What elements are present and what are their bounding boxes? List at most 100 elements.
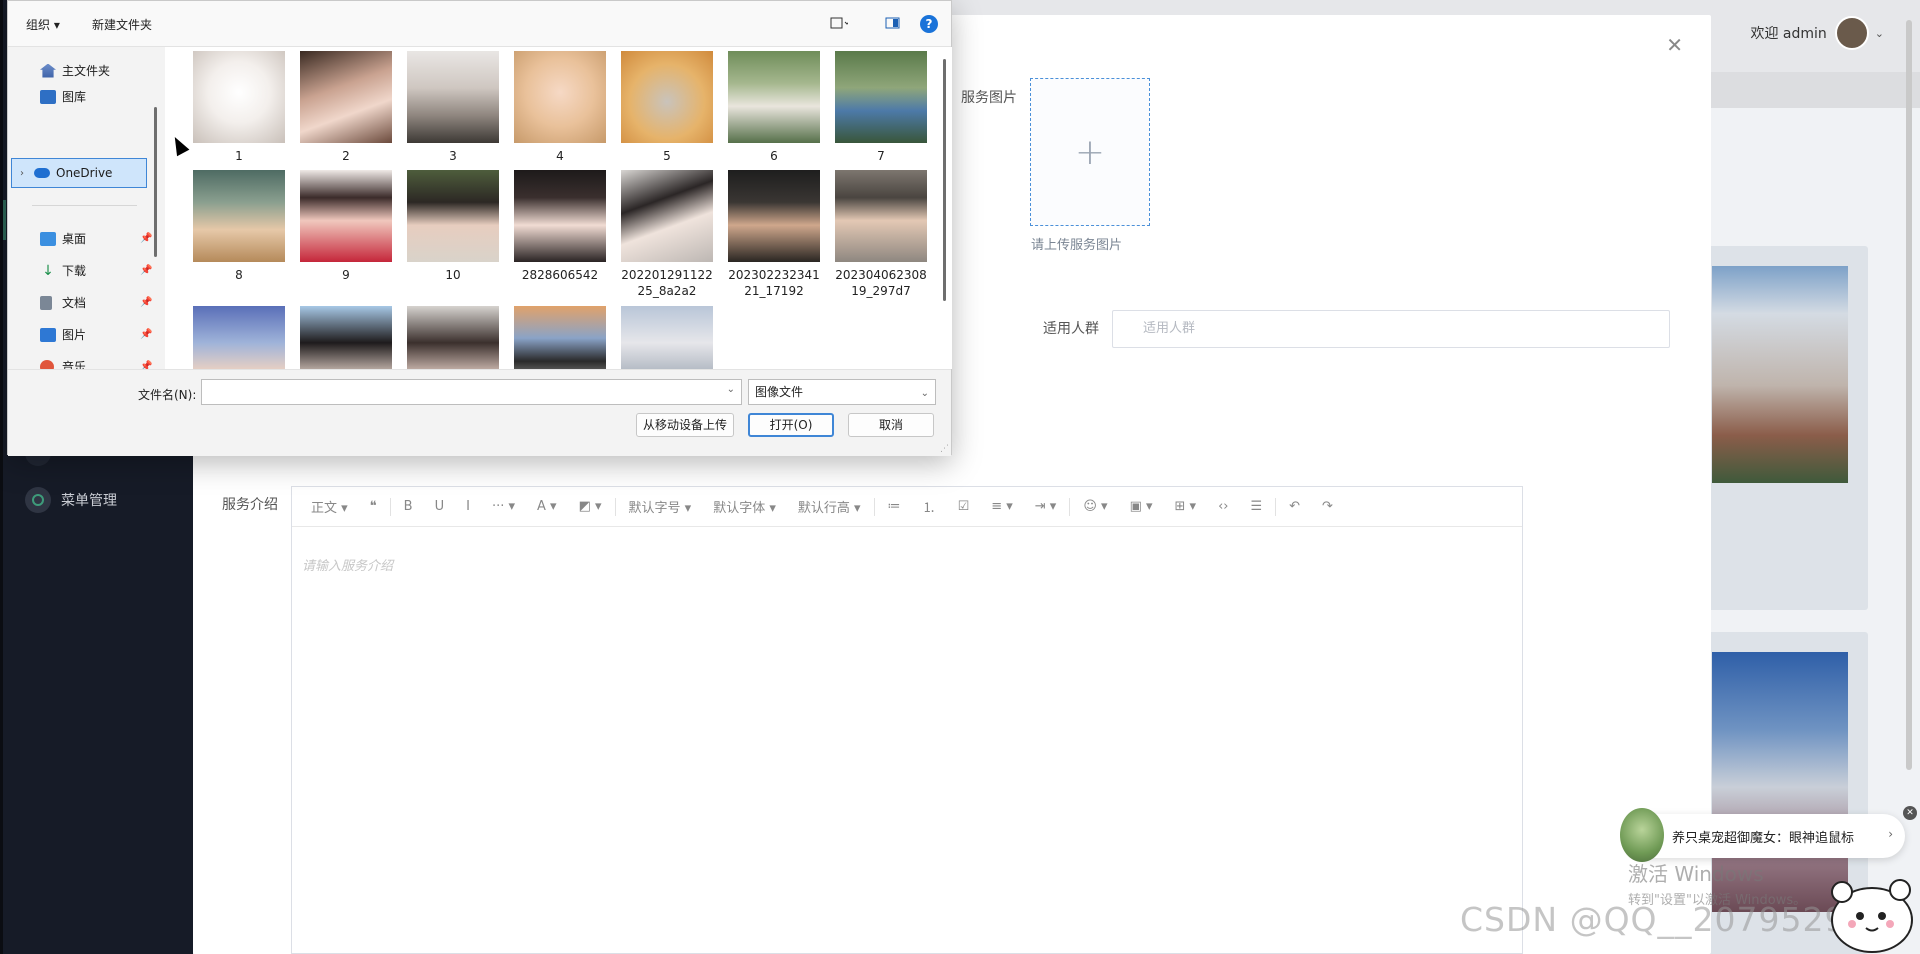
organize-button[interactable]: 组织 ▾ bbox=[26, 16, 60, 33]
file-name: 20230223234121_17192 bbox=[728, 268, 820, 298]
file-item[interactable]: 8 bbox=[193, 170, 285, 283]
file-name: 7 bbox=[877, 149, 885, 163]
align-button[interactable]: ≡ ▾ bbox=[980, 499, 1024, 514]
file-item[interactable]: 4 bbox=[514, 51, 606, 164]
font-size-select[interactable]: 默认字号 ▾ bbox=[618, 497, 703, 516]
view-mode-icon[interactable] bbox=[830, 15, 850, 31]
file-item[interactable]: 20230223234121_17192 bbox=[728, 170, 820, 299]
nav-item-documents[interactable]: 文档 📌 bbox=[40, 294, 152, 311]
crowd-input[interactable]: 适用人群 bbox=[1112, 310, 1670, 348]
bold-button[interactable]: B bbox=[393, 499, 424, 514]
chevron-right-icon[interactable]: › bbox=[1888, 827, 1893, 841]
file-item[interactable] bbox=[300, 306, 392, 369]
quote-button[interactable]: ❝ bbox=[359, 499, 388, 514]
nav-label: 图片 bbox=[62, 328, 87, 342]
underline-button[interactable]: U bbox=[424, 499, 456, 514]
nav-scrollbar[interactable] bbox=[154, 107, 157, 257]
avatar bbox=[1834, 16, 1869, 50]
file-name: 8 bbox=[235, 268, 243, 282]
file-item[interactable]: 1 bbox=[193, 51, 285, 164]
desktop-icon bbox=[40, 231, 56, 246]
file-item[interactable]: 7 bbox=[835, 51, 927, 164]
document-icon bbox=[40, 295, 52, 310]
file-item[interactable]: 20220129112225_8a2a2 bbox=[621, 170, 713, 299]
file-item[interactable]: 3 bbox=[407, 51, 499, 164]
filename-label: 文件名(N): bbox=[138, 388, 197, 402]
help-icon[interactable]: ? bbox=[920, 15, 938, 33]
upload-from-mobile-button[interactable]: 从移动设备上传 bbox=[636, 413, 734, 437]
background-color-button[interactable]: ◩ ▾ bbox=[568, 499, 613, 514]
file-item[interactable]: 2 bbox=[300, 51, 392, 164]
file-item[interactable]: 9 bbox=[300, 170, 392, 283]
more-styles-button[interactable]: ··· ▾ bbox=[481, 499, 526, 514]
nav-label: OneDrive bbox=[56, 166, 113, 180]
indent-button[interactable]: ⇥ ▾ bbox=[1024, 499, 1068, 514]
nav-label: 主文件夹 bbox=[62, 64, 111, 78]
file-item[interactable] bbox=[193, 306, 285, 369]
font-family-select[interactable]: 默认字体 ▾ bbox=[702, 497, 787, 516]
code-button[interactable]: ‹› bbox=[1207, 499, 1239, 514]
image-upload-button[interactable]: + bbox=[1030, 78, 1150, 226]
cancel-button[interactable]: 取消 bbox=[848, 413, 934, 437]
numbered-list-button[interactable]: ⒈ bbox=[912, 497, 947, 516]
user-menu[interactable]: 欢迎 admin ⌄ bbox=[1750, 16, 1884, 50]
file-item[interactable]: 2828606542 bbox=[514, 170, 606, 283]
close-icon[interactable]: ✕ bbox=[1666, 33, 1683, 57]
page-scrollbar[interactable] bbox=[1906, 20, 1912, 770]
toolbar-divider bbox=[1275, 497, 1277, 516]
close-icon[interactable]: ✕ bbox=[1903, 806, 1917, 820]
filetype-select[interactable]: 图像文件 ⌄ bbox=[748, 379, 936, 405]
nav-item-desktop[interactable]: 桌面 📌 bbox=[40, 230, 152, 247]
nav-item-pictures[interactable]: 图片 📌 bbox=[40, 326, 152, 343]
service-image-label: 服务图片 bbox=[961, 90, 1017, 106]
bulleted-list-button[interactable]: ≔ bbox=[877, 499, 912, 514]
filename-input[interactable]: ⌄ bbox=[201, 379, 742, 405]
nav-item-home[interactable]: 主文件夹 bbox=[40, 62, 110, 79]
nav-item-gallery[interactable]: 图库 bbox=[40, 88, 86, 105]
file-item[interactable]: 5 bbox=[621, 51, 713, 164]
divider-button[interactable]: ☰ bbox=[1239, 499, 1273, 514]
file-name: 20220129112225_8a2a2 bbox=[621, 268, 713, 298]
redo-button[interactable]: ↷ bbox=[1311, 499, 1344, 514]
emoji-button[interactable]: ☺ ▾ bbox=[1072, 499, 1118, 514]
file-item[interactable] bbox=[621, 306, 713, 369]
table-insert-button[interactable]: ⊞ ▾ bbox=[1164, 499, 1208, 514]
line-height-select[interactable]: 默认行高 ▾ bbox=[787, 497, 872, 516]
image-insert-button[interactable]: ▣ ▾ bbox=[1119, 499, 1164, 514]
sidebar-item-menu-management[interactable]: 菜单管理 bbox=[25, 487, 117, 513]
chevron-down-icon[interactable]: ⌄ bbox=[727, 384, 735, 395]
sidebar-item-label: 菜单管理 bbox=[61, 493, 117, 509]
nav-item-onedrive[interactable]: › OneDrive bbox=[20, 166, 112, 180]
toolbar-divider bbox=[614, 497, 616, 516]
file-thumbnail bbox=[621, 306, 713, 369]
pin-icon: 📌 bbox=[140, 329, 153, 340]
pet-avatar bbox=[1620, 808, 1664, 862]
preview-pane-icon[interactable] bbox=[884, 15, 902, 31]
file-thumbnail bbox=[300, 306, 392, 369]
desktop-pet-notification[interactable]: 养只桌宠超御魔女：眼神追鼠标 › bbox=[1620, 808, 1905, 862]
file-thumbnail bbox=[835, 170, 927, 262]
file-item[interactable]: 6 bbox=[728, 51, 820, 164]
desktop-pet-mascot[interactable] bbox=[1822, 862, 1918, 954]
file-item[interactable]: 10 bbox=[407, 170, 499, 283]
nav-item-downloads[interactable]: ↓ 下载 📌 bbox=[40, 262, 152, 279]
file-name: 10 bbox=[445, 268, 461, 282]
font-color-button[interactable]: A ▾ bbox=[526, 499, 568, 514]
background-service-card[interactable] bbox=[1703, 246, 1868, 610]
file-item[interactable]: 20230406230819_297d7 bbox=[835, 170, 927, 299]
paragraph-style-select[interactable]: 正文 ▾ bbox=[300, 497, 359, 516]
file-thumbnail bbox=[300, 51, 392, 143]
service-card-image bbox=[1712, 266, 1848, 483]
file-list-scrollbar[interactable] bbox=[943, 59, 946, 301]
italic-button[interactable]: I bbox=[455, 499, 481, 514]
resize-grip-icon[interactable]: ⋰ bbox=[940, 444, 949, 454]
undo-button[interactable]: ↶ bbox=[1278, 499, 1311, 514]
rich-text-editor[interactable]: 正文 ▾ ❝ B U I ··· ▾ A ▾ ◩ ▾ 默认字号 ▾ 默认字体 ▾… bbox=[291, 486, 1523, 954]
new-folder-button[interactable]: 新建文件夹 bbox=[92, 16, 152, 33]
file-thumbnail bbox=[728, 51, 820, 143]
open-button[interactable]: 打开(O) bbox=[748, 413, 834, 437]
file-thumbnail bbox=[193, 51, 285, 143]
todo-button[interactable]: ☑ bbox=[947, 499, 981, 514]
file-item[interactable] bbox=[407, 306, 499, 369]
file-item[interactable] bbox=[514, 306, 606, 369]
